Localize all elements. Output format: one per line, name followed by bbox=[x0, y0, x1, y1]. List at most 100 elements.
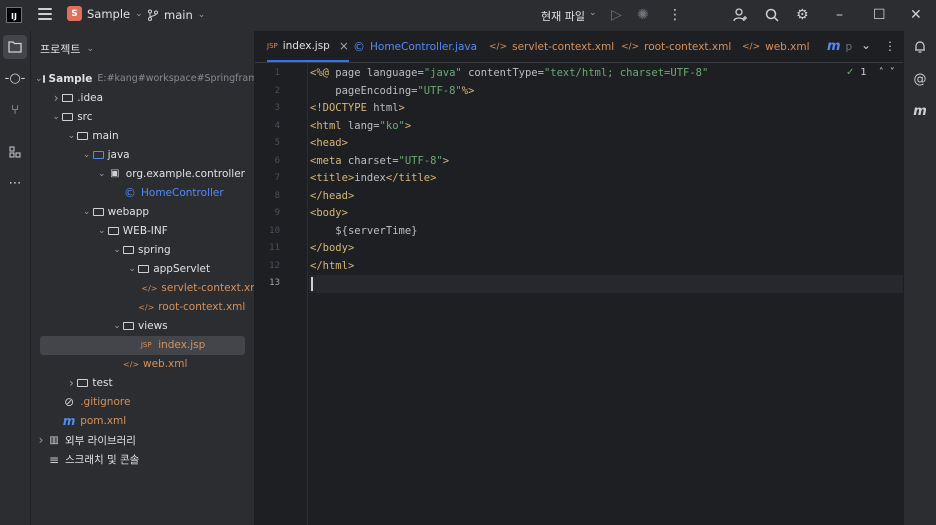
tree-item[interactable]: ⌄ ▣ org.example.controller bbox=[31, 164, 254, 183]
code-line[interactable]: <html lang="ko"> bbox=[310, 118, 411, 136]
chevron-down-icon[interactable]: ⌄ bbox=[111, 245, 123, 255]
code-line[interactable]: <head> bbox=[310, 135, 348, 153]
code-line[interactable]: </head> bbox=[310, 188, 354, 206]
tree-item[interactable]: › ▥ 외부 라이브러리 bbox=[31, 431, 254, 450]
tree-item[interactable]: ⌄ views bbox=[31, 317, 254, 336]
chevron-down-icon[interactable]: ⌄ bbox=[126, 264, 138, 274]
tree-item[interactable]: ⌄ java bbox=[31, 145, 254, 164]
project-switcher[interactable]: S Sample ⌄ bbox=[67, 6, 143, 21]
folder-icon bbox=[123, 245, 134, 254]
run-configuration-selector[interactable]: 현재 파일 ⌄ bbox=[541, 8, 597, 24]
tree-item[interactable]: › .idea bbox=[31, 88, 254, 107]
chevron-down-icon[interactable]: ⌄ bbox=[81, 150, 93, 160]
editor-tab[interactable]: </> root-context.xml bbox=[621, 31, 731, 62]
tree-item-label: web.xml bbox=[143, 358, 188, 371]
pull-requests-icon[interactable]: ⑂ bbox=[3, 98, 27, 122]
debug-icon[interactable]: ✺ bbox=[637, 7, 649, 23]
notifications-icon[interactable] bbox=[909, 36, 931, 58]
xml-file-icon: </> bbox=[123, 359, 140, 369]
code-line[interactable]: pageEncoding="UTF-8"%> bbox=[310, 83, 474, 101]
more-icon[interactable]: ⋮ bbox=[668, 7, 682, 23]
tree-item[interactable]: ⌄ appServlet bbox=[31, 260, 254, 279]
code-line[interactable]: ${serverTime} bbox=[310, 223, 417, 241]
editor-tab[interactable]: mp bbox=[827, 31, 852, 62]
code-line[interactable]: <meta charset="UTF-8"> bbox=[310, 153, 449, 171]
chevron-down-icon[interactable]: ⌄ bbox=[96, 226, 108, 236]
close-icon[interactable]: ✕ bbox=[910, 7, 922, 23]
code-editor[interactable]: 1 2 3 4 5 6 7 8 9 10 11 12 13 <%@ page language="jav… bbox=[255, 63, 903, 525]
tree-item[interactable]: ⌄ main bbox=[31, 126, 254, 145]
tree-item[interactable]: ≡ 스크래치 및 콘솔 bbox=[31, 450, 254, 469]
line-number: 11 bbox=[269, 243, 280, 253]
code-line[interactable]: </html> bbox=[310, 258, 354, 276]
tree-item[interactable]: </> web.xml bbox=[31, 355, 254, 374]
chevron-down-icon[interactable]: ⌄ bbox=[111, 321, 123, 331]
ai-assistant-icon[interactable]: @ bbox=[909, 68, 931, 90]
tree-item[interactable]: m pom.xml bbox=[31, 412, 254, 431]
editor-tab[interactable]: </> servlet-context.xml bbox=[489, 31, 614, 62]
code-line[interactable]: <!DOCTYPE html> bbox=[310, 100, 405, 118]
libraries-icon: ▥ bbox=[49, 434, 59, 446]
folder-icon bbox=[62, 93, 74, 102]
tree-item[interactable]: › test bbox=[31, 374, 254, 393]
maven-icon[interactable]: m bbox=[909, 100, 931, 122]
more-tools-icon[interactable]: ⋯ bbox=[3, 171, 27, 195]
run-icon[interactable]: ▷ bbox=[611, 7, 622, 23]
chevron-down-icon[interactable]: ⌄ bbox=[50, 112, 62, 122]
main-menu-icon[interactable] bbox=[38, 8, 52, 22]
line-number: 4 bbox=[274, 120, 280, 131]
tree-item[interactable]: ⌄ src bbox=[31, 107, 254, 126]
tree-item-label: src bbox=[77, 110, 93, 123]
gear-icon[interactable]: ⚙ bbox=[796, 7, 809, 23]
code-line[interactable]: <title>index</title> bbox=[310, 170, 436, 188]
branch-switcher[interactable]: main ⌄ bbox=[147, 8, 205, 22]
chevron-down-icon: ⌄ bbox=[588, 8, 597, 18]
chevron-down-icon[interactable]: ˅ bbox=[890, 67, 895, 78]
line-number: 8 bbox=[274, 190, 280, 201]
maximize-icon[interactable]: ☐ bbox=[873, 7, 886, 23]
tree-item[interactable]: ⌄ Sample E:#kang#workspace#Springframev bbox=[31, 69, 255, 88]
gitignore-icon: ⊘ bbox=[64, 395, 75, 410]
code-line[interactable]: <%@ page language="java" contentType="te… bbox=[310, 65, 708, 83]
chevron-right-icon[interactable]: › bbox=[65, 376, 77, 390]
tree-item[interactable]: JSP index.jsp bbox=[40, 335, 245, 355]
app-logo-icon[interactable]: IJ bbox=[6, 7, 22, 23]
chevron-down-icon[interactable]: ⌄ bbox=[96, 169, 108, 179]
chevron-down-icon[interactable]: ⌄ bbox=[861, 38, 871, 52]
more-icon[interactable]: ⋮ bbox=[884, 39, 896, 53]
editor-tab[interactable]: © HomeController.java bbox=[353, 31, 477, 62]
tree-item[interactable]: © HomeController bbox=[31, 183, 254, 202]
code-line[interactable]: <body> bbox=[310, 205, 348, 223]
xml-file-icon: </> bbox=[138, 302, 155, 312]
tree-item[interactable]: ⊘ .gitignore bbox=[31, 393, 254, 412]
minimize-icon[interactable]: – bbox=[836, 7, 843, 23]
editor-tab[interactable]: JSP index.jsp × bbox=[267, 31, 349, 62]
search-icon[interactable] bbox=[764, 7, 780, 27]
structure-icon[interactable] bbox=[3, 140, 27, 164]
line-number-gutter: 1 2 3 4 5 6 7 8 9 10 11 12 13 bbox=[255, 63, 308, 525]
tree-item[interactable]: ⌄ webapp bbox=[31, 202, 254, 221]
tree-item[interactable]: </> root-context.xml bbox=[31, 298, 254, 317]
chevron-up-icon[interactable]: ˄ bbox=[879, 67, 884, 78]
commit-icon[interactable]: -○- bbox=[3, 66, 27, 90]
tree-item-label: HomeController bbox=[141, 186, 224, 199]
chevron-right-icon[interactable]: › bbox=[50, 91, 62, 105]
add-user-icon[interactable] bbox=[732, 7, 748, 27]
chevron-down-icon[interactable]: ⌄ bbox=[81, 207, 93, 217]
tree-item[interactable]: ⌄ WEB-INF bbox=[31, 221, 254, 240]
inspection-widget[interactable]: ✓ 1 ˄ ˅ bbox=[846, 67, 895, 78]
close-tab-icon[interactable]: × bbox=[339, 39, 349, 53]
tree-item-label: root-context.xml bbox=[158, 301, 246, 314]
tree-item[interactable]: </> servlet-context.xml bbox=[31, 279, 254, 298]
chevron-down-icon[interactable]: ⌄ bbox=[65, 131, 77, 141]
xml-file-icon: </> bbox=[621, 41, 640, 52]
project-panel-header[interactable]: 프로젝트 ⌄ bbox=[40, 41, 94, 57]
code-line[interactable]: </body> bbox=[310, 240, 354, 258]
editor-tab[interactable]: </> web.xml bbox=[742, 31, 810, 62]
folder-icon bbox=[77, 131, 89, 140]
project-icon[interactable] bbox=[3, 35, 27, 59]
chevron-down-icon[interactable]: ⌄ bbox=[35, 74, 43, 84]
tree-item[interactable]: ⌄ spring bbox=[31, 240, 254, 259]
tree-item-path: E:#kang#workspace#Springframev bbox=[97, 73, 255, 84]
chevron-right-icon[interactable]: › bbox=[35, 433, 47, 447]
